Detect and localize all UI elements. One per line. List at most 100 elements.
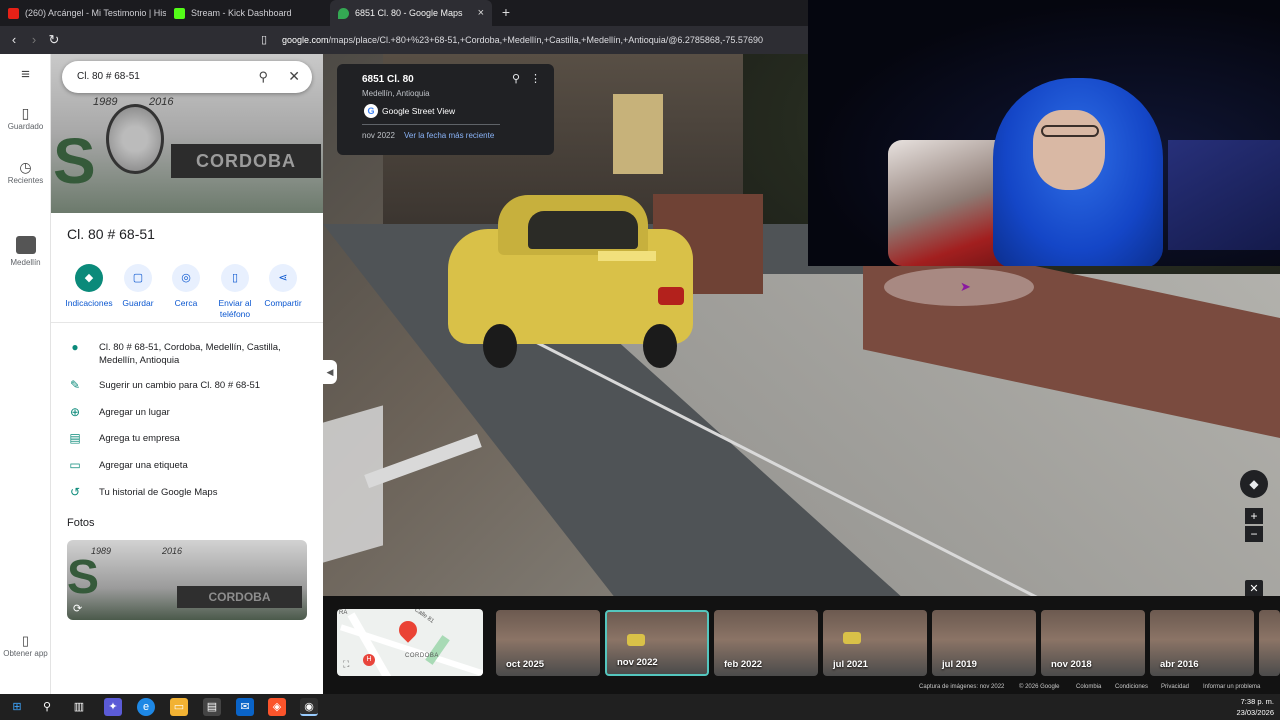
mural-year-right: 2016 <box>149 96 174 108</box>
back-icon[interactable]: ‹ <box>6 32 22 48</box>
rail-medellin-label: Medellín <box>10 258 41 267</box>
edge-icon[interactable]: e <box>137 698 155 716</box>
new-tab-button[interactable]: + <box>498 4 514 20</box>
privacy-link[interactable]: Privacidad <box>1161 681 1189 694</box>
get-app[interactable]: ▯ Obtener app <box>0 633 51 659</box>
close-icon[interactable]: ✕ <box>288 68 300 85</box>
maps-history-text: Tu historial de Google Maps <box>99 487 218 498</box>
timeline-thumb[interactable]: abr 2016 <box>1150 610 1254 676</box>
copyright: © 2026 Google <box>1019 684 1060 690</box>
reload-icon[interactable]: ↻ <box>46 32 62 48</box>
timeline-thumb[interactable]: oct 2025 <box>496 610 600 676</box>
phone-icon: ▯ <box>21 633 30 648</box>
add-place-text: Agregar un lugar <box>99 407 170 418</box>
get-app-label: Obtener app <box>3 649 48 658</box>
thumb-date: jul 2021 <box>833 659 868 670</box>
share-button[interactable]: ⋖ Compartir <box>258 264 308 309</box>
mural-emblem <box>106 104 164 174</box>
add-business-text: Agrega tu empresa <box>99 433 180 444</box>
more-options-icon[interactable]: ⋮ <box>530 72 541 85</box>
edit-icon: ✎ <box>69 378 81 392</box>
hospital-icon: H <box>363 654 375 666</box>
mouse-cursor-icon: ➤ <box>960 279 971 294</box>
search-icon[interactable]: ⚲ <box>258 69 268 85</box>
timeline-thumb[interactable]: feb 2022 <box>714 610 818 676</box>
nearby-icon: ◎ <box>172 264 200 292</box>
expand-icon[interactable]: ⛶ <box>343 659 349 670</box>
timeline-thumb-partial[interactable] <box>1259 610 1280 676</box>
store-icon: ▤ <box>69 431 81 445</box>
url-path: /maps/place/Cl.+80+%23+68-51,+Cordoba,+M… <box>328 35 763 45</box>
browser-toolbar: ‹ › ↻ ▯ google.com/maps/place/Cl.+80+%23… <box>0 26 808 54</box>
save-button[interactable]: ▢ Guardar <box>113 264 163 309</box>
maps-footer: Captura de imágenes: nov 2022 © 2026 Goo… <box>323 681 1280 694</box>
timeline-thumb-selected[interactable]: nov 2022 <box>605 610 709 676</box>
terms-link[interactable]: Condiciones <box>1115 681 1148 694</box>
directions-button[interactable]: ◆ Indicaciones <box>64 264 114 309</box>
tab-title: (260) Arcángel - Mi Testimonio | Hist <box>25 8 166 18</box>
forward-icon[interactable]: › <box>26 32 42 48</box>
collapse-panel-button[interactable]: ◀ <box>323 360 337 384</box>
tab-title: 6851 Cl. 80 - Google Maps <box>355 8 463 18</box>
bookmark-icon[interactable]: ▯ <box>256 32 272 48</box>
search-box[interactable]: Cl. 80 # 68-51 ⚲ ✕ <box>62 61 312 93</box>
system-clock[interactable]: 7:38 p. m. 23/03/2026 <box>1236 696 1274 718</box>
photos-heading: Fotos <box>67 517 95 529</box>
country-link[interactable]: Colombia <box>1076 681 1101 694</box>
url-host: google.com <box>282 35 329 45</box>
rail-medellin[interactable]: Medellín <box>0 236 51 268</box>
menu-icon[interactable]: ≡ <box>0 67 51 82</box>
brave-icon[interactable]: ◈ <box>268 698 286 716</box>
mini-map[interactable]: RA Calle 81 CORDOBA H ⛶ <box>337 609 483 676</box>
place-side-panel: S 1989 2016 CORDOBA Cl. 80 # 68-51 ◆ Ind… <box>51 54 323 694</box>
task-view-icon[interactable]: ▥ <box>70 698 88 716</box>
location-pin-icon <box>395 617 421 643</box>
rail-recent-label: Recientes <box>7 176 44 185</box>
timeline-thumb[interactable]: jul 2021 <box>823 610 927 676</box>
copilot-icon[interactable]: ✦ <box>104 698 122 716</box>
sv-brand: G Google Street View <box>364 104 455 118</box>
place-photo[interactable]: S 1989 2016 CORDOBA ⟳ <box>67 540 307 620</box>
send-to-phone-button[interactable]: ▯ Enviar al teléfono <box>210 264 260 320</box>
timeline-thumb[interactable]: jul 2019 <box>932 610 1036 676</box>
rail-saved[interactable]: ▯ Guardado <box>0 106 51 132</box>
rail-recent[interactable]: ◷ Recientes <box>0 159 51 186</box>
store-icon[interactable]: ▤ <box>203 698 221 716</box>
report-problem-link[interactable]: Informar un problema <box>1203 681 1260 694</box>
latest-date-link[interactable]: Ver la fecha más reciente <box>404 131 494 140</box>
close-tab-icon[interactable]: × <box>478 7 484 19</box>
location-pin-icon[interactable]: ⚲ <box>512 72 520 85</box>
sv-date: nov 2022 <box>362 131 395 140</box>
tab-kick[interactable]: Stream - Kick Dashboard <box>166 0 330 26</box>
mail-icon[interactable]: ✉ <box>236 698 254 716</box>
google-icon: G <box>364 104 378 118</box>
compass-icon[interactable]: ◆ <box>1240 470 1268 498</box>
file-explorer-icon[interactable]: ▭ <box>170 698 188 716</box>
youtube-icon <box>8 7 19 19</box>
share-icon: ⋖ <box>269 264 297 292</box>
tab-google-maps[interactable]: 6851 Cl. 80 - Google Maps × <box>330 0 492 26</box>
directions-icon: ◆ <box>75 264 103 292</box>
divider <box>362 124 500 125</box>
search-input[interactable]: Cl. 80 # 68-51 <box>77 61 140 93</box>
clock-time: 7:38 p. m. <box>1240 697 1274 706</box>
label-icon: ▭ <box>69 458 81 472</box>
thumb-date: nov 2018 <box>1051 659 1092 670</box>
zoom-in-button[interactable]: + <box>1245 508 1263 524</box>
pillow <box>1168 140 1280 250</box>
add-place-icon: ⊕ <box>69 405 81 419</box>
divider <box>51 322 323 323</box>
thumb-date: oct 2025 <box>506 659 545 670</box>
address-row[interactable]: ● Cl. 80 # 68-51, Cordoba, Medellín, Cas… <box>67 341 317 369</box>
rail-saved-label: Guardado <box>7 122 44 131</box>
history-icon: ◷ <box>19 159 32 175</box>
timeline-thumb[interactable]: nov 2018 <box>1041 610 1145 676</box>
address-bar[interactable]: google.com/maps/place/Cl.+80+%23+68-51,+… <box>282 32 808 49</box>
zoom-out-button[interactable]: − <box>1245 526 1263 542</box>
nearby-button[interactable]: ◎ Cerca <box>161 264 211 309</box>
obs-icon[interactable]: ◉ <box>300 698 318 716</box>
windows-start-icon[interactable]: ⊞ <box>8 698 26 716</box>
windows-taskbar: ⊞ ⚲ ▥ ✦ e ▭ ▤ ✉ ◈ ◉ 7:38 p. m. 23/03/202… <box>0 694 1280 720</box>
search-icon[interactable]: ⚲ <box>38 698 56 716</box>
tab-youtube[interactable]: (260) Arcángel - Mi Testimonio | Hist <box>0 0 166 26</box>
